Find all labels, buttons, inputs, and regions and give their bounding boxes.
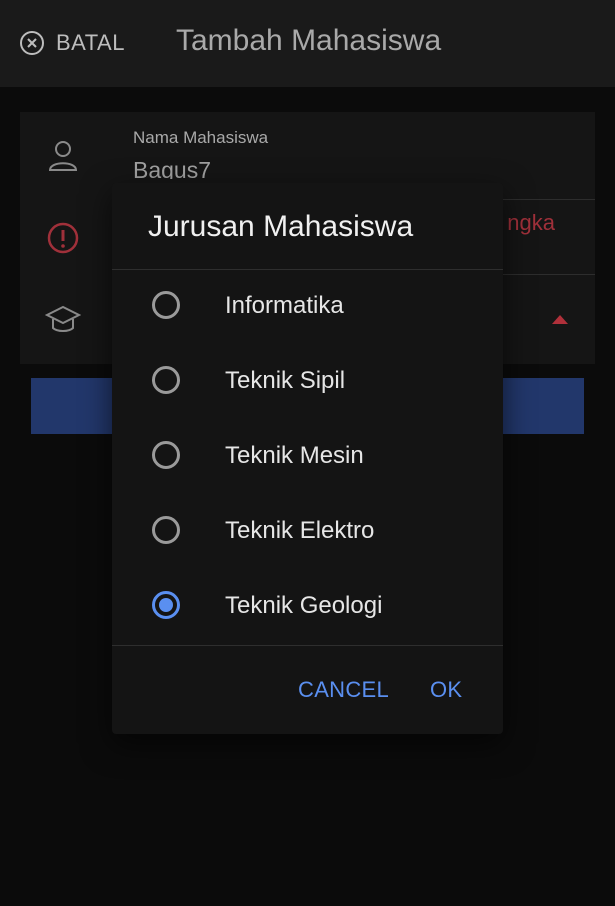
cancel-button[interactable]: CANCEL [298, 677, 389, 703]
radio-unchecked-icon[interactable] [152, 291, 180, 319]
major-dialog: Jurusan Mahasiswa Informatika Teknik Sip… [112, 183, 503, 734]
option-label: Teknik Mesin [225, 442, 364, 469]
option-teknik-sipil[interactable]: Teknik Sipil [112, 345, 503, 420]
radio-unchecked-icon[interactable] [152, 366, 180, 394]
option-label: Informatika [225, 292, 344, 319]
radio-unchecked-icon[interactable] [152, 441, 180, 469]
option-label: Teknik Elektro [225, 517, 375, 544]
option-informatika[interactable]: Informatika [112, 270, 503, 345]
ok-button[interactable]: OK [430, 677, 462, 703]
option-teknik-geologi[interactable]: Teknik Geologi [112, 570, 503, 645]
dialog-divider [112, 645, 503, 646]
option-label: Teknik Sipil [225, 367, 346, 394]
dialog-title: Jurusan Mahasiswa [148, 210, 414, 243]
app-root: BATAL Tambah Mahasiswa Nama Mahasiswa Ba… [0, 0, 615, 906]
radio-unchecked-icon[interactable] [152, 516, 180, 544]
radio-checked-icon[interactable] [152, 591, 180, 619]
option-label: Teknik Geologi [225, 592, 383, 619]
option-teknik-elektro[interactable]: Teknik Elektro [112, 495, 503, 570]
option-teknik-mesin[interactable]: Teknik Mesin [112, 420, 503, 495]
